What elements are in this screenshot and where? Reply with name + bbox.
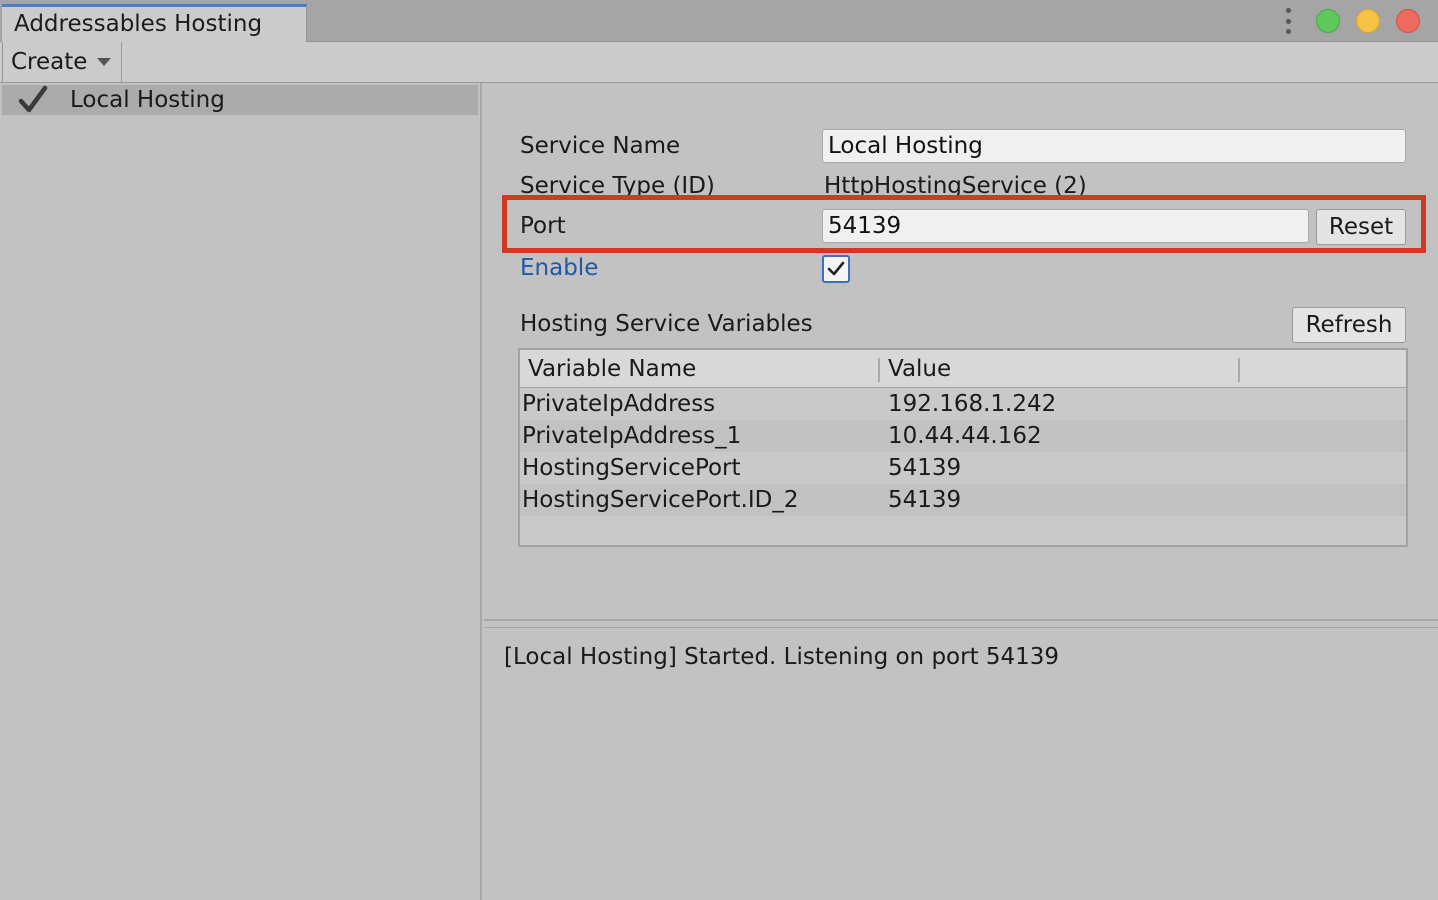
window-tab-bar: Addressables Hosting (0, 0, 1438, 42)
table-row[interactable]: HostingServicePort 54139 (520, 452, 1406, 484)
cell-variable-name: PrivateIpAddress (522, 391, 716, 417)
table-row[interactable]: PrivateIpAddress 192.168.1.242 (520, 388, 1406, 420)
chevron-down-icon (97, 58, 111, 66)
column-divider[interactable] (878, 358, 880, 382)
list-item-label: Local Hosting (70, 87, 225, 113)
log-panel: [Local Hosting] Started. Listening on po… (484, 627, 1438, 900)
tab-addressables-hosting[interactable]: Addressables Hosting (2, 4, 307, 42)
checkmark-icon (827, 261, 845, 276)
more-options-icon[interactable] (1284, 8, 1292, 34)
enable-checkbox[interactable] (822, 255, 850, 283)
column-header-variable-name[interactable]: Variable Name (528, 350, 696, 388)
window-controls (1284, 8, 1420, 34)
close-button[interactable] (1396, 9, 1420, 33)
cell-variable-name: HostingServicePort.ID_2 (522, 487, 799, 513)
column-header-value[interactable]: Value (888, 350, 951, 388)
variables-title: Hosting Service Variables (520, 311, 813, 337)
service-name-input[interactable] (822, 129, 1406, 163)
maximize-button[interactable] (1316, 9, 1340, 33)
column-divider[interactable] (1238, 358, 1240, 382)
cell-variable-name: PrivateIpAddress_1 (522, 423, 742, 449)
cell-variable-name: HostingServicePort (522, 455, 741, 481)
create-label: Create (11, 49, 88, 75)
cell-value: 10.44.44.162 (888, 423, 1042, 449)
create-dropdown-button[interactable]: Create (2, 42, 122, 82)
minimize-button[interactable] (1356, 9, 1380, 33)
list-item-local-hosting[interactable]: Local Hosting (2, 85, 478, 115)
checkmark-icon (18, 85, 48, 113)
cell-value: 54139 (888, 487, 962, 513)
port-input[interactable] (822, 209, 1309, 243)
reset-button[interactable]: Reset (1316, 209, 1406, 245)
table-row[interactable]: PrivateIpAddress_1 10.44.44.162 (520, 420, 1406, 452)
services-list-panel: Local Hosting (0, 83, 482, 900)
table-header: Variable Name Value (520, 350, 1406, 388)
service-name-label: Service Name (520, 133, 681, 159)
toolbar: Create (0, 42, 1438, 83)
table-row[interactable]: HostingServicePort.ID_2 54139 (520, 484, 1406, 516)
refresh-button[interactable]: Refresh (1292, 307, 1406, 343)
enable-label: Enable (520, 255, 599, 281)
variables-table: Variable Name Value PrivateIpAddress 192… (518, 348, 1408, 547)
port-label: Port (520, 213, 566, 239)
cell-value: 54139 (888, 455, 962, 481)
cell-value: 192.168.1.242 (888, 391, 1057, 417)
log-line: [Local Hosting] Started. Listening on po… (504, 644, 1060, 670)
service-detail-panel: Service Name Service Type (ID) HttpHosti… (484, 83, 1438, 621)
